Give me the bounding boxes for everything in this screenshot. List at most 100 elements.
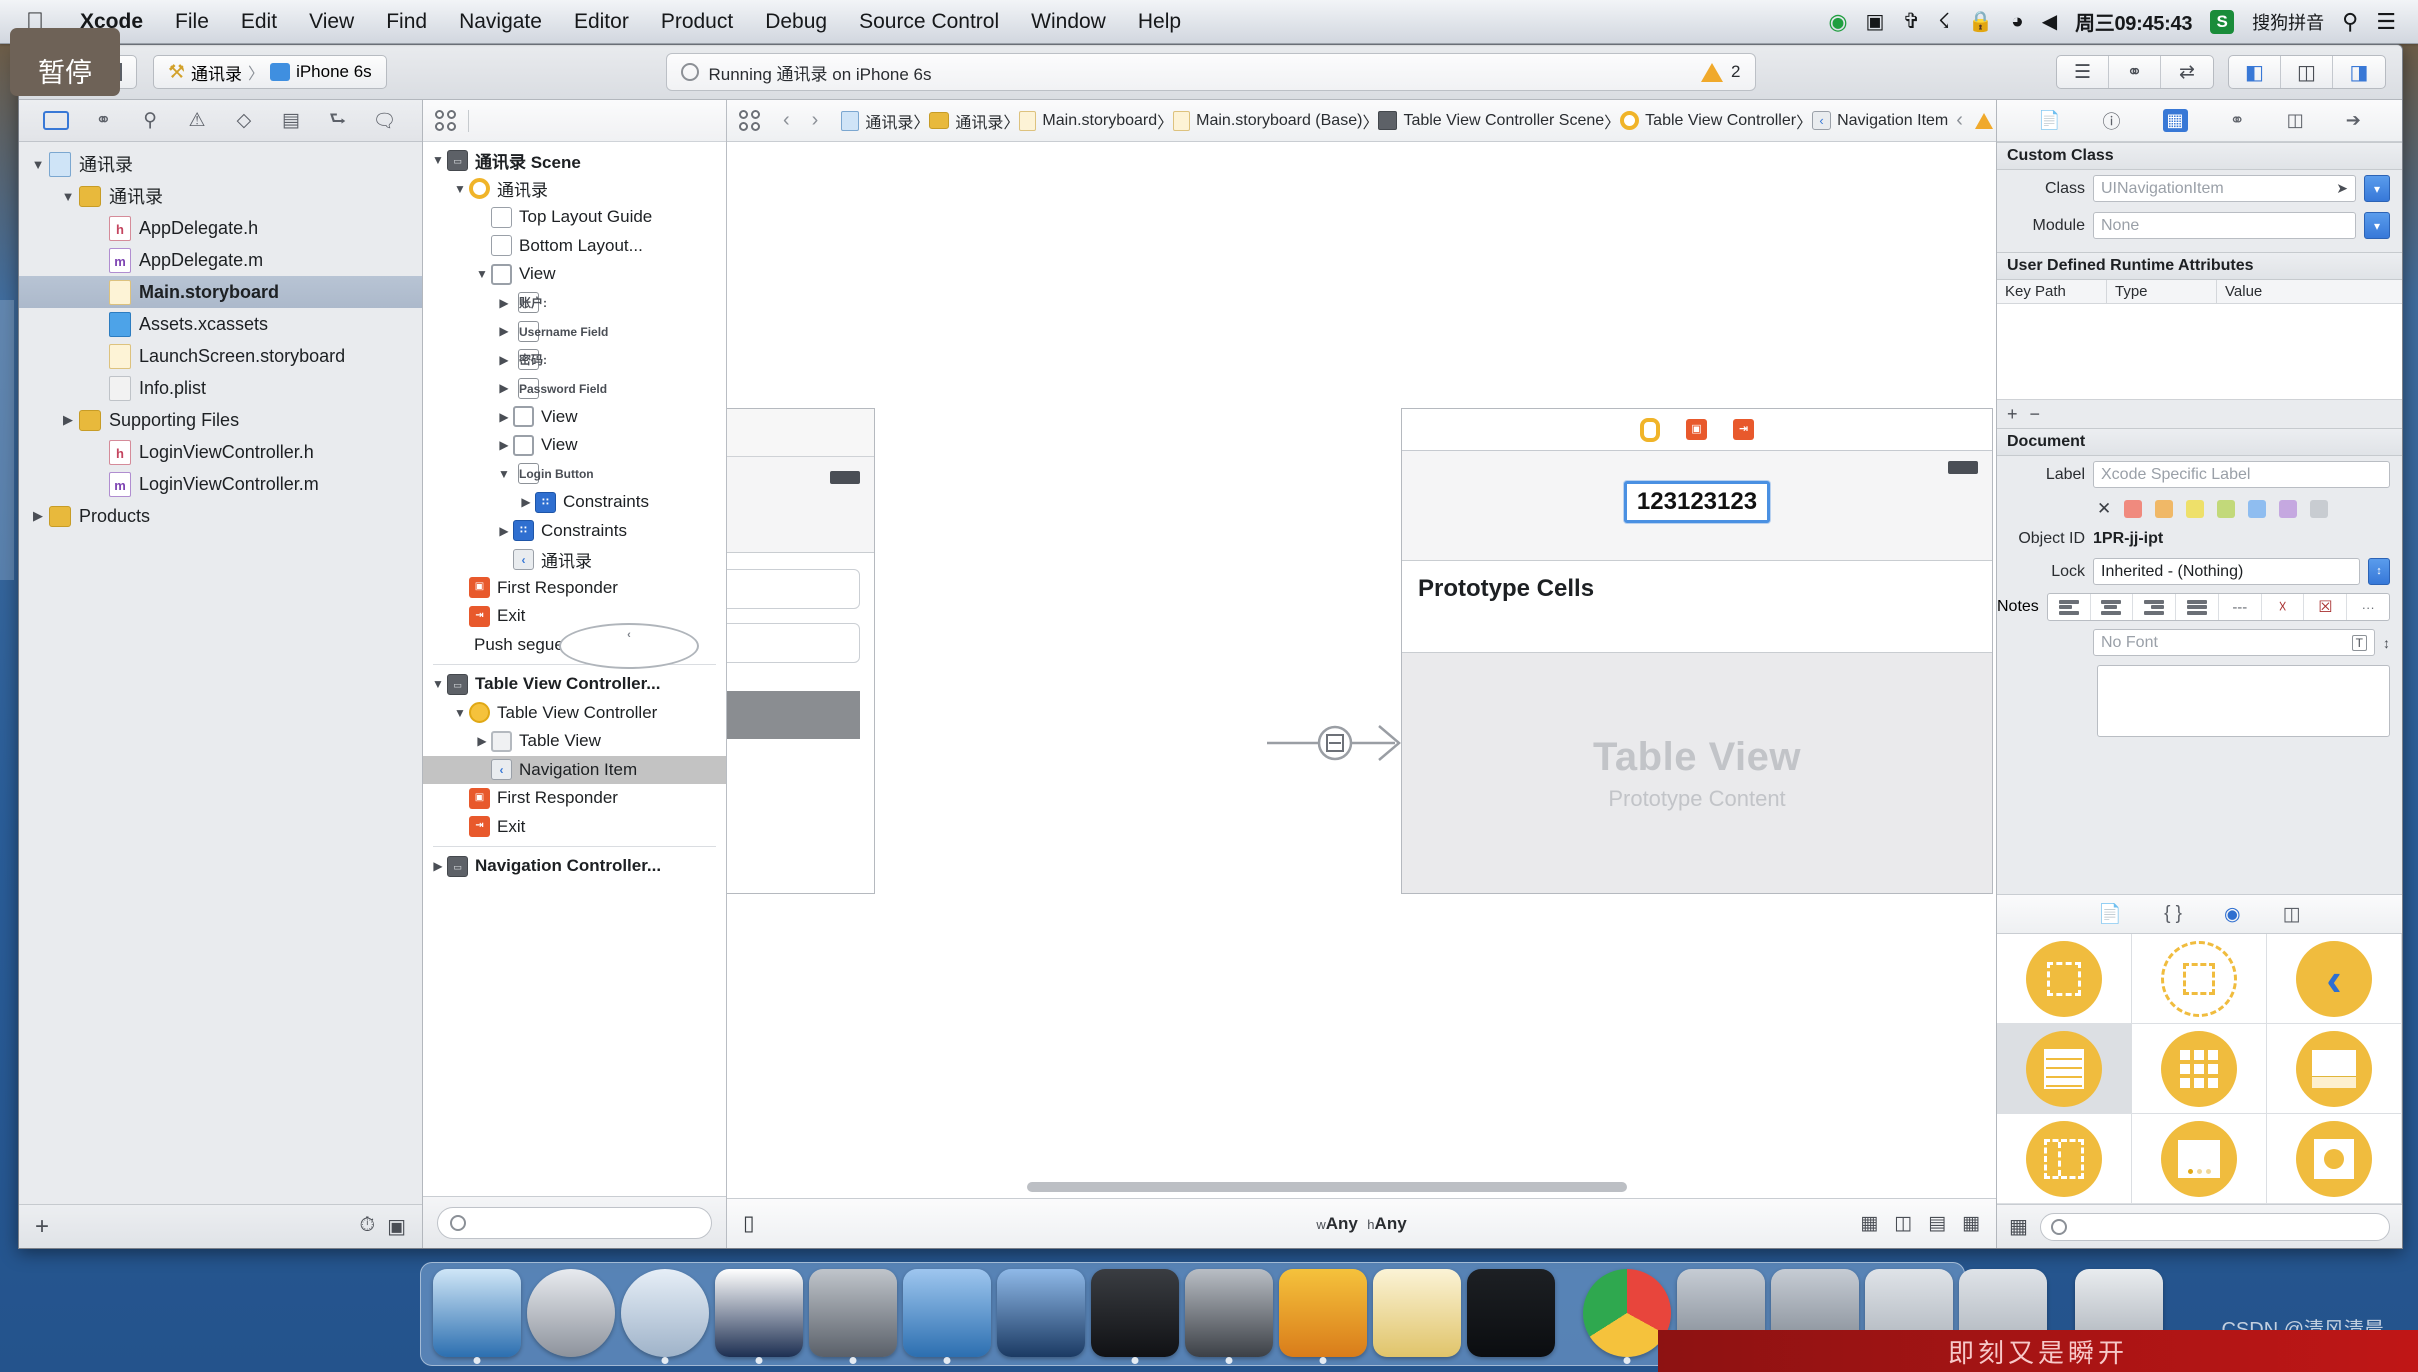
outline-row[interactable]: ▶ ∷ Constraints: [423, 488, 726, 517]
font-panel-icon[interactable]: T: [2351, 634, 2367, 651]
lock-stepper-button[interactable]: ↕: [2368, 558, 2390, 585]
disclosure-triangle[interactable]: ▶: [473, 734, 491, 748]
dock-item-safari[interactable]: [621, 1269, 709, 1364]
connections-inspector-icon[interactable]: ➔: [2346, 110, 2361, 131]
outline-row[interactable]: ▼ View: [423, 260, 726, 289]
size-class-indicator[interactable]: wAny hAny: [1316, 1214, 1406, 1234]
outline-grid-icon[interactable]: [435, 110, 456, 131]
no-color-icon[interactable]: ☓: [2262, 594, 2305, 620]
library-item[interactable]: [2132, 934, 2267, 1024]
disclosure-triangle[interactable]: ▶: [495, 353, 513, 367]
project-file-tree[interactable]: ▼ 通讯录 ▼ 通讯录 h AppDelegate.h m AppDelegate.m Main…: [19, 142, 422, 1204]
align-icon[interactable]: ▤: [1928, 1212, 1946, 1235]
outline-row[interactable]: ▼ ▭ Table View Controller...: [423, 670, 726, 699]
password-field[interactable]: [727, 623, 860, 663]
view-controller-icon[interactable]: [1640, 417, 1660, 442]
dock-item-notes[interactable]: [1373, 1269, 1461, 1357]
scheme-selector[interactable]: ⚒ 通讯录 〉 iPhone 6s: [153, 55, 387, 89]
swatch-blue[interactable]: [2248, 500, 2267, 518]
swatch-purple[interactable]: [2279, 500, 2298, 518]
outline-row[interactable]: Bottom Layout...: [423, 232, 726, 261]
input-method-label[interactable]: 搜狗拼音: [2252, 9, 2324, 35]
outline-row[interactable]: ▼ 通讯录: [423, 175, 726, 204]
login-view-controller-scene[interactable]: [727, 408, 875, 894]
disclosure-triangle[interactable]: ▼: [473, 267, 491, 281]
outline-row[interactable]: ▶ 账户:: [423, 289, 726, 318]
file-tree-row[interactable]: ▶ Products: [19, 500, 422, 532]
outline-row[interactable]: ▶ View: [423, 431, 726, 460]
assistant-editor-button[interactable]: ⚭: [2109, 56, 2161, 88]
file-tree-row[interactable]: Assets.xcassets: [19, 308, 422, 340]
wifi-icon[interactable]: ◕: [2011, 11, 2024, 32]
outline-row[interactable]: ▣ First Responder: [423, 784, 726, 813]
exit-icon[interactable]: ⇥: [1733, 419, 1754, 440]
disclosure-triangle[interactable]: ▶: [495, 324, 513, 338]
breadcrumb-item[interactable]: Main.storyboard (Base): [1173, 110, 1362, 131]
menu-item-navigate[interactable]: Navigate: [443, 10, 558, 34]
menu-item-product[interactable]: Product: [645, 10, 749, 34]
disclosure-triangle[interactable]: ▶: [57, 412, 79, 428]
file-tree-row[interactable]: Info.plist: [19, 372, 422, 404]
align-right-icon[interactable]: [2133, 594, 2177, 620]
table-view-controller-scene[interactable]: ▣ ⇥ 123123123 Prototype Cells Table View: [1401, 408, 1993, 894]
user-defined-table-body[interactable]: [1997, 304, 2402, 400]
stack-icon[interactable]: ▦: [1962, 1212, 1980, 1235]
dock-item-finder[interactable]: [433, 1269, 521, 1364]
swatch-red[interactable]: [2124, 500, 2143, 518]
video-camera-icon[interactable]: ▣: [1866, 12, 1885, 32]
storyboard-canvas[interactable]: ▣ ⇥ 123123123 Prototype Cells Table View: [727, 142, 1996, 1198]
disclosure-triangle[interactable]: ▶: [517, 495, 535, 509]
notes-font-field[interactable]: No Font T: [2093, 629, 2375, 656]
disclosure-triangle[interactable]: ▶: [495, 381, 513, 395]
disclosure-triangle[interactable]: ▶: [429, 859, 447, 873]
file-tree-row[interactable]: ▶ Supporting Files: [19, 404, 422, 436]
lock-field[interactable]: Inherited - (Nothing): [2093, 558, 2360, 585]
notes-text-area[interactable]: [2097, 665, 2390, 737]
attributes-inspector-icon[interactable]: ⚭: [2230, 110, 2245, 131]
airplane-icon[interactable]: ✞: [1902, 11, 1920, 32]
add-attribute-button[interactable]: +: [2007, 404, 2018, 425]
library-search-field[interactable]: [2039, 1212, 2390, 1241]
breadcrumb-item[interactable]: 通讯录: [841, 109, 913, 133]
volume-icon[interactable]: ◀: [2042, 12, 2057, 32]
disclosure-triangle[interactable]: ▼: [451, 182, 469, 196]
dock-item-magnet[interactable]: [715, 1269, 803, 1364]
remove-attribute-button[interactable]: −: [2030, 404, 2041, 425]
code-snippet-library-icon[interactable]: { }: [2164, 903, 2182, 925]
disclosure-triangle[interactable]: ▼: [429, 677, 447, 691]
outline-row[interactable]: ⇥ Exit: [423, 602, 726, 631]
breadcrumb-item[interactable]: Table View Controller: [1620, 111, 1796, 130]
library-item[interactable]: [2132, 1114, 2267, 1204]
tab-debug-navigator[interactable]: ▤: [267, 109, 314, 132]
warning-indicator[interactable]: 2: [1701, 62, 1741, 82]
file-tree-row[interactable]: m LoginViewController.m: [19, 468, 422, 500]
file-tree-row[interactable]: Main.storyboard: [19, 276, 422, 308]
align-center-icon[interactable]: [2091, 594, 2134, 620]
outline-row[interactable]: ‹ Navigation Item: [423, 755, 726, 784]
dock-item-sketch[interactable]: [1279, 1269, 1367, 1364]
swatch-yellow[interactable]: [2186, 500, 2205, 518]
first-responder-icon[interactable]: ▣: [1686, 419, 1707, 440]
library-item[interactable]: ‹: [2267, 934, 2402, 1024]
swatch-green[interactable]: [2217, 500, 2236, 518]
disclosure-triangle[interactable]: ▶: [495, 524, 513, 538]
menu-item-edit[interactable]: Edit: [225, 10, 293, 34]
module-dropdown-button[interactable]: ▾: [2364, 212, 2390, 239]
dashes-icon[interactable]: ---: [2219, 594, 2262, 620]
navigation-title-field[interactable]: 123123123: [1624, 481, 1770, 523]
class-reveal-icon[interactable]: ➤: [2336, 180, 2348, 197]
related-items-icon[interactable]: [739, 110, 760, 131]
class-dropdown-button[interactable]: ▾: [2364, 175, 2390, 202]
menu-bar-clock[interactable]: 周三09:45:43: [2075, 7, 2192, 36]
dock-item-executable[interactable]: [1467, 1269, 1555, 1357]
tab-source-control[interactable]: ⚭: [80, 109, 127, 132]
file-tree-row[interactable]: m AppDelegate.m: [19, 244, 422, 276]
menu-item-source-control[interactable]: Source Control: [843, 10, 1015, 34]
outline-row[interactable]: ▼ Login Button: [423, 460, 726, 489]
toggle-inspector-button[interactable]: ◨: [2333, 56, 2385, 88]
breadcrumb-item[interactable]: Table View Controller Scene: [1378, 111, 1604, 130]
disclosure-triangle[interactable]: ▶: [495, 296, 513, 310]
tab-search[interactable]: ⚲: [127, 109, 174, 132]
username-field[interactable]: [727, 569, 860, 609]
library-grid-icon[interactable]: ▦: [2009, 1214, 2028, 1239]
